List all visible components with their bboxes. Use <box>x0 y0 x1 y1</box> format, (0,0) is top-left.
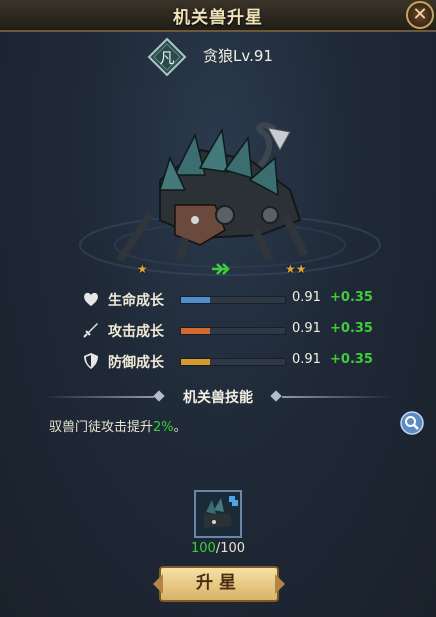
next-star-icon: ★★ <box>285 262 307 276</box>
sword-icon <box>83 323 98 338</box>
stat-value: 0.91 <box>292 352 321 367</box>
beast-fragment-icon <box>196 492 240 536</box>
title-bar: 机关兽升星 <box>0 0 436 32</box>
close-button[interactable]: ✕ <box>406 1 434 29</box>
stat-row-attack: 攻击成长 0.91 +0.35 <box>0 320 436 342</box>
skill-detail-button[interactable] <box>400 411 424 435</box>
stat-label: 防御成长 <box>108 355 164 371</box>
skill-desc-suffix: 。 <box>173 420 187 435</box>
stat-label: 生命成长 <box>108 293 164 309</box>
material-item-slot[interactable] <box>194 490 242 538</box>
stat-progress-bar <box>180 358 286 366</box>
stat-bonus: +0.35 <box>330 352 373 367</box>
material-have: 100 <box>190 541 216 556</box>
stat-row-defense: 防御成长 0.91 +0.35 <box>0 351 436 373</box>
material-count: 100/100 <box>0 541 436 556</box>
stat-bonus: +0.35 <box>330 290 373 305</box>
stat-value: 0.91 <box>292 321 321 336</box>
stat-progress-fill <box>181 328 211 334</box>
beast-name: 贪狼Lv.91 <box>203 47 273 65</box>
stat-progress-bar <box>180 296 286 304</box>
stat-progress-fill <box>181 359 211 365</box>
stat-bonus: +0.35 <box>330 321 373 336</box>
stat-row-hp: 生命成长 0.91 +0.35 <box>0 289 436 311</box>
star-up-panel: 机关兽升星 ✕ 凡 贪狼Lv.91 ★ ★★ 生命成长 0.91 +0.35 攻… <box>0 0 436 617</box>
beast-class-badge: 凡 <box>147 37 187 77</box>
stat-value: 0.91 <box>292 290 321 305</box>
window-title: 机关兽升星 <box>173 8 263 28</box>
star-up-button[interactable]: 升星 <box>159 566 279 602</box>
stat-label: 攻击成长 <box>108 324 164 340</box>
divider <box>282 396 392 398</box>
material-need: /100 <box>215 541 246 556</box>
skill-desc-value: 2% <box>153 420 174 435</box>
skill-section-header: 机关兽技能 <box>0 385 436 409</box>
heart-icon <box>84 292 98 306</box>
upgrade-arrow-icon <box>212 263 230 275</box>
beast-portrait <box>79 122 381 276</box>
close-icon: ✕ <box>412 4 428 25</box>
class-glyph: 凡 <box>159 49 174 67</box>
current-star-icon: ★ <box>137 262 148 276</box>
skill-description: 驭兽门徒攻击提升2%。 <box>49 416 187 435</box>
shield-icon <box>84 353 98 369</box>
stat-progress-fill <box>181 297 211 303</box>
skill-desc-text: 驭兽门徒攻击提升 <box>49 420 154 435</box>
stat-progress-bar <box>180 327 286 335</box>
